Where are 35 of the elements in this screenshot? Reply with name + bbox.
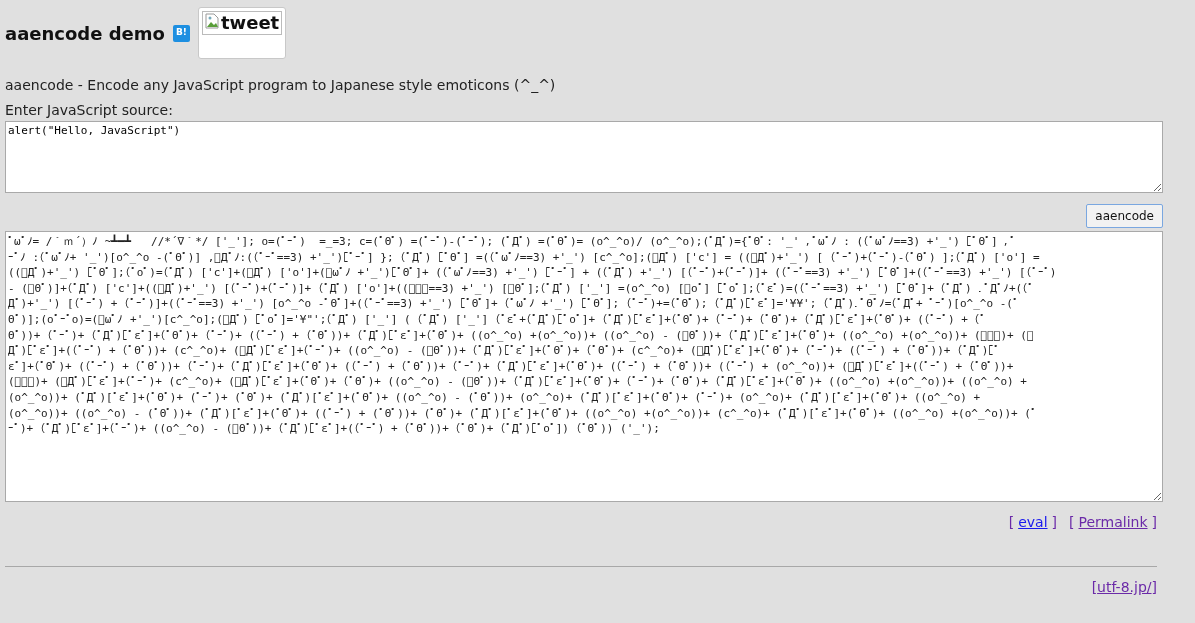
image-alt-text: tweet bbox=[220, 13, 280, 33]
code-text: (o^_^o))+ (ﾟДﾟ)[ﾟεﾟ]+(ﾟΘﾟ)+ (ﾟｰﾟ)+ (ﾟΘﾟ)+ (ﾟДﾟ)[ﾟεﾟ]+(ﾟΘﾟ)+ ((o^_^o) - (ﾟΘﾟ))+ (o^_^o)+ (ﾟДﾟ)[ﾟεﾟ]+(ﾟΘﾟ)+ (ﾟｰﾟ)+ (o^_^o)+ (ﾟДﾟ)[ﾟεﾟ]+(ﾟΘﾟ)+ ((o^_^o) + bbox=[8, 390, 981, 404]
output-field[interactable] bbox=[5, 231, 1163, 502]
link[interactable]: eval bbox=[1018, 512, 1048, 533]
code-text: */ ['_']; o=(ﾟｰﾟ) =_=3; c=(ﾟΘﾟ) =(ﾟｰﾟ)-(ﾟｰﾟ); (ﾟДﾟ) =(ﾟΘﾟ)= (o^_^o)/ (o^_^o);(ﾟДﾟ)={ﾟΘﾟ: '_' ,ﾟωﾟﾉ : ((ﾟωﾟﾉ==3) +'_') [ﾟΘﾟ] ,ﾟ bbox=[195, 235, 1017, 248]
bracket: ] bbox=[1151, 513, 1157, 532]
code-text: εﾟ]+(ﾟΘﾟ)+ ((ﾟｰﾟ) + (ﾟΘﾟ))+ (ﾟｰﾟ)+ (ﾟДﾟ)[ﾟεﾟ]+(ﾟΘﾟ)+ ((ﾟｰﾟ) + (ﾟΘﾟ))+ (ﾟｰﾟ)+ (ﾟДﾟ)[ﾟεﾟ]+(ﾟΘﾟ)+ ((ﾟｰﾟ) + (ﾟΘﾟ))+ ((ﾟｰﾟ) + (o^_^o))+ (ﾟДﾟ)[ﾟεﾟ]+((ﾟｰﾟ) + (ﾟΘﾟ))+ bbox=[8, 359, 1014, 373]
code-text: (ﾟДﾟ)[ﾟεﾟ]='¥¥'; (ﾟДﾟ).ﾟΘﾟﾉ=(ﾟДﾟ+ bbox=[713, 297, 924, 311]
code-text: ﾟωﾟﾉ= /｀ｍ´）ﾉ ~┻━┻ //*´∇｀ bbox=[8, 235, 196, 248]
code-text: - (ﾟΘﾟ)]+(ﾟДﾟ) ['c']+((ﾟДﾟ)+'_') [(ﾟｰﾟ)+(ﾟｰﾟ)]+ (ﾟДﾟ) ['o']+((ﾟｰﾟ==3) +'_') [ﾟΘﾟ];(ﾟДﾟ) ['_'] =(o^_^o) [ﾟoﾟ] [ﾟoﾟ];(ﾟεﾟ)=((ﾟｰﾟ==3) +'_') [ﾟΘﾟ]+ (ﾟДﾟ) .ﾟДﾟﾉ+((ﾟ bbox=[8, 281, 1035, 295]
site-link[interactable]: utf-8.jp/ bbox=[1097, 577, 1152, 598]
bracket: [ bbox=[1069, 513, 1075, 532]
tweet-button[interactable]: tweet bbox=[197, 7, 287, 59]
code-text: Θﾟ))+ (ﾟｰﾟ)+ (ﾟДﾟ)[ﾟεﾟ]+(ﾟΘﾟ)+ (ﾟｰﾟ)+ ((ﾟｰﾟ) + (ﾟΘﾟ))+ (ﾟДﾟ)[ﾟεﾟ]+(ﾟΘﾟ)+ ((o^_^o) +(o^_^o))+ ((o^_^o) - (ﾟΘﾟ))+ (ﾟДﾟ)[ﾟεﾟ]+(ﾟΘﾟ)+ ((o^_^o) +(o^_^o))+ (ﾟｰﾟ)+ (ﾟ bbox=[8, 328, 1034, 342]
source-label: Enter JavaScript source: bbox=[5, 101, 174, 120]
bracket: [ bbox=[1091, 578, 1098, 597]
code-text: ｰﾟ)+ (ﾟДﾟ)[ﾟεﾟ]+(ﾟｰﾟ)+ ((o^_^o) - (ﾟΘﾟ))+ (ﾟДﾟ)[ﾟεﾟ]+((ﾟｰﾟ) + (ﾟΘﾟ))+ (ﾟΘﾟ)+ (ﾟДﾟ)[ﾟoﾟ]) (ﾟΘﾟ)) ('_'); bbox=[8, 422, 660, 436]
link[interactable]: Permalink bbox=[1078, 512, 1148, 533]
code-text: (ﾟｰﾟ)+ (ﾟДﾟ)[ﾟεﾟ]+(ﾟｰﾟ)+ (c^_^o)+ (ﾟДﾟ)[ﾟεﾟ]+(ﾟΘﾟ)+ (ﾟΘﾟ)+ ((o^_^o) - (ﾟΘﾟ))+ (ﾟДﾟ)[ﾟεﾟ]+(ﾟΘﾟ)+ (ﾟｰﾟ)+ (ﾟΘﾟ)+ (ﾟДﾟ)[ﾟεﾟ]+(ﾟΘﾟ)+ ((o^_^o) +(o^_^o))+ ((o^_^o) + bbox=[8, 375, 1027, 389]
source-field[interactable]: alert("Hello, JavaScript") bbox=[5, 121, 1163, 193]
broken-image-icon bbox=[204, 13, 219, 29]
bookmark-badge[interactable]: B! bbox=[172, 24, 190, 42]
description-text: aaencode - Encode any JavaScript program to Japanese style emoticons (^_^) bbox=[5, 76, 557, 95]
code-text: Дﾟ)+'_') [(ﾟｰﾟ) + (ﾟｰﾟ)]+((ﾟｰﾟ==3) +'_') [o^_^o -ﾟΘﾟ]+((ﾟｰﾟ==3) +'_') [ﾟΘﾟ]+ (ﾟωﾟﾉ +'_') [ﾟΘﾟ]; (ﾟｰﾟ)+=(ﾟΘﾟ); bbox=[8, 297, 708, 311]
code-text: ﾟｰﾟ)[o^_^o -(ﾟ bbox=[934, 297, 1019, 311]
code-text: (o^_^o))+ ((o^_^o) - (ﾟΘﾟ))+ (ﾟДﾟ)[ﾟεﾟ]+(ﾟΘﾟ)+ ((ﾟｰﾟ) + (ﾟΘﾟ))+ (ﾟΘﾟ)+ (ﾟДﾟ)[ﾟεﾟ]+(ﾟΘﾟ)+ ((o^_^o) +(o^_^o))+ (c^_^o)+ (ﾟДﾟ)[ﾟεﾟ]+(ﾟΘﾟ)+ ((o^_^o) +(o^_^o))+ (ﾟ bbox=[8, 406, 1037, 420]
page-title: aaencode demo bbox=[5, 21, 165, 46]
bracket: [ bbox=[1008, 513, 1015, 532]
encode-button[interactable]: aaencode bbox=[1086, 204, 1163, 228]
bracket: ] bbox=[1151, 578, 1157, 597]
code-text: ｰﾟﾉ :(ﾟωﾟﾉ+ '_')[o^_^o -(ﾟΘﾟ)] ,ﾟДﾟﾉ:((ﾟｰﾟ==3) +'_')[ﾟｰﾟ] }; (ﾟДﾟ) [ﾟΘﾟ] =((ﾟωﾟﾉ==3) +'_') [c^_^o];(ﾟДﾟ) ['c'] = ((ﾟДﾟ)+'_') [ (ﾟｰﾟ)+(ﾟｰﾟ)-(ﾟΘﾟ) ];(ﾟДﾟ) ['o'] = bbox=[8, 250, 1040, 264]
bracket: ] bbox=[1051, 513, 1057, 532]
code-text: Дﾟ)[ﾟεﾟ]+((ﾟｰﾟ) + (ﾟΘﾟ))+ (c^_^o)+ (ﾟДﾟ)[ﾟεﾟ]+(ﾟｰﾟ)+ ((o^_^o) - (ﾟΘﾟ))+ (ﾟДﾟ)[ﾟεﾟ]+(ﾟΘﾟ)+ (ﾟΘﾟ)+ (c^_^o)+ (ﾟДﾟ)[ﾟεﾟ]+(ﾟΘﾟ)+ (ﾟｰﾟ)+ ((ﾟｰﾟ) + (ﾟΘﾟ))+ (ﾟДﾟ)[ﾟ bbox=[8, 344, 1001, 358]
code-text: Θﾟ)];(oﾟｰﾟo)=(ﾟωﾟﾉ +'_')[c^_^o];(ﾟДﾟ) [ﾟoﾟ]='¥"';(ﾟДﾟ) ['_'] ( (ﾟДﾟ) ['_'] (ﾟεﾟ+(ﾟДﾟ)[ﾟoﾟ]+ (ﾟДﾟ)[ﾟεﾟ]+(ﾟΘﾟ)+ (ﾟｰﾟ)+ (ﾟΘﾟ)+ (ﾟДﾟ)[ﾟεﾟ]+(ﾟΘﾟ)+ ((ﾟｰﾟ) + (ﾟ bbox=[8, 312, 987, 326]
code-text: ((ﾟДﾟ)+'_') [ﾟΘﾟ];(ﾟoﾟ)=(ﾟДﾟ) ['c']+(ﾟДﾟ) ['o']+(ﾟωﾟﾉ +'_')[ﾟΘﾟ]+ ((ﾟωﾟﾉ==3) +'_') [ﾟｰﾟ] + ((ﾟДﾟ) +'_') [(ﾟｰﾟ)+(ﾟｰﾟ)]+ ((ﾟｰﾟ==3) +'_') [ﾟΘﾟ]+((ﾟｰﾟ==3) +'_') [(ﾟｰﾟ) bbox=[8, 266, 1057, 280]
